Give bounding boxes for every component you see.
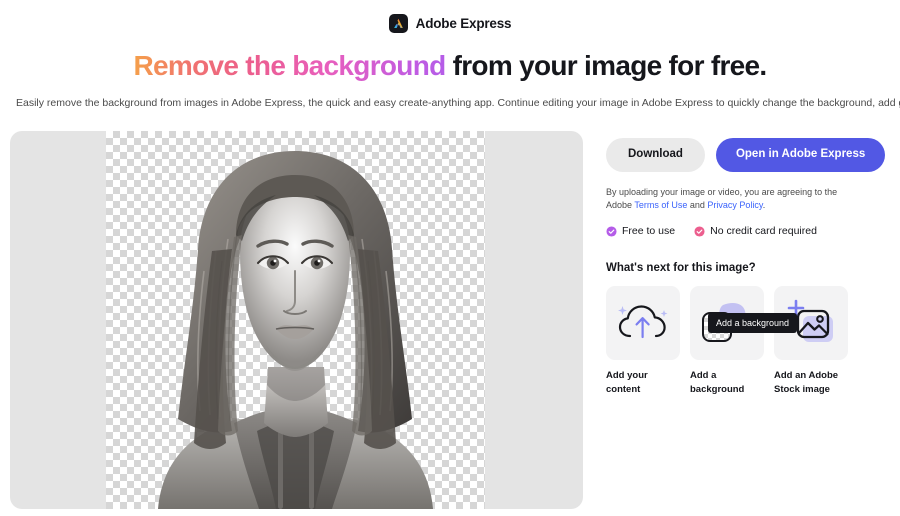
card-add-adobe-stock-image[interactable]: Add an Adobe Stock image [774,286,848,397]
card-label: Add an Adobe Stock image [774,370,839,396]
open-in-adobe-express-button[interactable]: Open in Adobe Express [715,138,886,172]
brand-bar: Adobe Express [0,0,900,46]
headline-highlight: Remove the background [133,50,446,81]
card-label: Add your content [606,370,648,396]
card-tile[interactable] [606,286,680,361]
brand-name: Adobe Express [415,15,512,31]
bullet-no-credit-card: No credit card required [694,225,817,237]
card-label: Add a background [690,370,745,396]
legal-suffix: . [762,200,766,211]
card-tile[interactable]: Add a background [690,286,798,361]
bullet-free-to-use: Free to use [606,225,675,237]
privacy-policy-link[interactable]: Privacy Policy [707,200,762,210]
page-subtitle: Easily remove the background from images… [16,97,900,109]
legal-conjunction: and [687,200,708,211]
feature-bullets: Free to use No credit card required [606,225,900,237]
legal-disclaimer: By uploading your image or video, you ar… [606,186,846,214]
image-preview-panel[interactable] [10,131,583,509]
whats-next-title: What's next for this image? [606,262,756,275]
main-content: Download Open in Adobe Express By upload… [0,131,900,509]
bullet-label: No credit card required [710,225,817,238]
card-add-a-background[interactable]: Add a background Add a background [690,286,798,397]
card-add-your-content[interactable]: Add your content [606,286,680,397]
card-tooltip: Add a background [708,313,798,334]
cutout-portrait-image [158,151,433,509]
check-circle-icon [694,226,705,237]
terms-of-use-link[interactable]: Terms of Use [634,200,687,210]
side-panel: Download Open in Adobe Express By upload… [606,131,900,509]
cloud-upload-icon [618,305,668,339]
adobe-express-logo-icon [388,13,408,33]
headline-rest: from your image for free. [445,50,768,81]
bullet-label: Free to use [622,225,676,238]
download-button[interactable]: Download [606,138,705,172]
whats-next-cards: Add your content Add a background Add a … [606,286,900,397]
page-title: Remove the background from your image fo… [0,50,900,82]
action-buttons: Download Open in Adobe Express [606,138,900,172]
check-circle-icon [606,226,617,237]
